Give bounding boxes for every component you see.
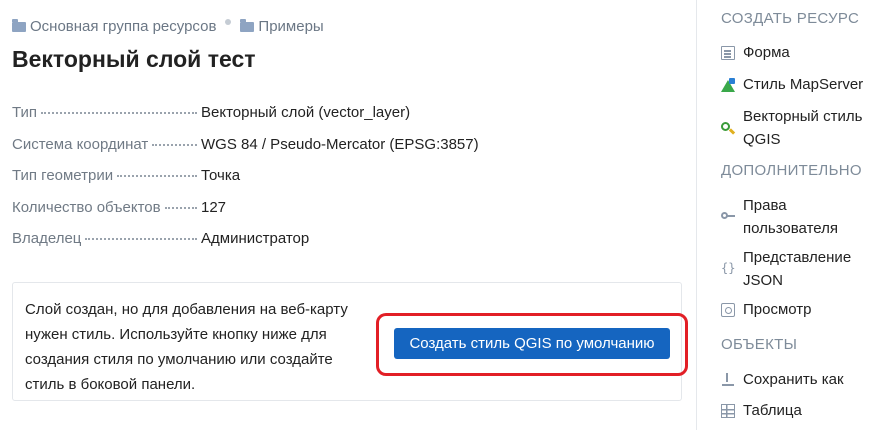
property-row-type: Тип Векторный слой (vector_layer) <box>12 104 682 136</box>
property-row-crs: Система координат WGS 84 / Pseudo-Mercat… <box>12 136 682 168</box>
sidebar-section-create: СОЗДАТЬ РЕСУРС <box>721 10 860 27</box>
sidebar: СОЗДАТЬ РЕСУРС Форма Стиль MapServer Век… <box>696 0 892 430</box>
property-value: WGS 84 / Pseudo-Mercator (EPSG:3857) <box>201 135 479 153</box>
sidebar-item-mapserver-style[interactable]: Стиль MapServer <box>721 73 873 96</box>
breadcrumb-label: Примеры <box>258 17 324 35</box>
property-row-geometry: Тип геометрии Точка <box>12 167 682 199</box>
sidebar-section-objects: ОБЪЕКТЫ <box>721 336 798 353</box>
style-notice-panel: Слой создан, но для добавления на веб-ка… <box>12 282 688 401</box>
qgis-icon <box>721 122 735 136</box>
property-key: Количество объектов <box>12 198 161 216</box>
folder-icon <box>12 19 26 32</box>
key-icon <box>721 209 735 223</box>
property-row-owner: Владелец Администратор <box>12 230 682 262</box>
folder-icon <box>240 19 255 32</box>
main-content: Основная группа ресурсов Примеры Векторн… <box>0 0 696 430</box>
sidebar-item-label: Права пользователя <box>743 197 838 237</box>
property-key: Система координат <box>12 135 149 153</box>
property-value: Точка <box>201 167 241 184</box>
property-key: Тип <box>12 104 38 121</box>
create-default-qgis-style-button[interactable]: Создать стиль QGIS по умолчанию <box>394 328 670 359</box>
mapserver-icon <box>721 78 735 92</box>
property-value: 127 <box>201 198 227 216</box>
breadcrumb: Основная группа ресурсов Примеры <box>12 16 324 36</box>
properties-list: Тип Векторный слой (vector_layer) Систем… <box>12 104 682 262</box>
leader-dots <box>41 112 197 114</box>
sidebar-item-label: Сохранить как <box>743 371 844 388</box>
leader-dots <box>152 143 197 146</box>
form-icon <box>721 46 735 60</box>
leader-dots <box>85 238 197 240</box>
sidebar-item-preview[interactable]: Просмотр <box>721 298 873 321</box>
sidebar-item-label: Представление JSON <box>743 249 852 289</box>
download-icon <box>721 373 735 387</box>
property-row-count: Количество объектов 127 <box>12 199 682 231</box>
sidebar-item-json[interactable]: {} Представление JSON <box>721 246 863 292</box>
leader-dots <box>117 175 197 177</box>
sidebar-item-label: Таблица <box>743 402 802 419</box>
sidebar-item-label: Форма <box>743 44 790 61</box>
sidebar-item-label: Стиль MapServer <box>743 76 864 93</box>
property-key: Тип геометрии <box>12 167 114 184</box>
property-value: Администратор <box>201 230 310 247</box>
breadcrumb-label: Основная группа ресурсов <box>30 17 217 35</box>
breadcrumb-item-examples[interactable]: Примеры <box>240 17 324 35</box>
sidebar-item-qgis-style[interactable]: Векторный стиль QGIS <box>721 105 868 151</box>
json-icon: {} <box>721 261 736 275</box>
sidebar-item-save-as[interactable]: Сохранить как <box>721 368 873 391</box>
sidebar-item-table[interactable]: Таблица <box>721 399 873 422</box>
breadcrumb-item-root[interactable]: Основная группа ресурсов <box>12 18 216 35</box>
property-value: Векторный слой (vector_layer) <box>201 104 411 121</box>
property-key: Владелец <box>12 230 82 247</box>
notice-text: Слой создан, но для добавления на веб-ка… <box>25 301 348 393</box>
sidebar-item-label: Векторный стиль QGIS <box>743 108 863 148</box>
page-title: Векторный слой тест <box>12 46 256 72</box>
leader-dots <box>164 206 197 209</box>
sidebar-item-label: Просмотр <box>743 301 812 318</box>
sidebar-item-permissions[interactable]: Права пользователя <box>721 194 853 240</box>
breadcrumb-separator <box>225 19 232 25</box>
view-icon <box>721 303 735 317</box>
sidebar-item-form[interactable]: Форма <box>721 41 873 64</box>
sidebar-section-extra: ДОПОЛНИТЕЛЬНО <box>721 162 862 179</box>
table-icon <box>721 404 735 418</box>
